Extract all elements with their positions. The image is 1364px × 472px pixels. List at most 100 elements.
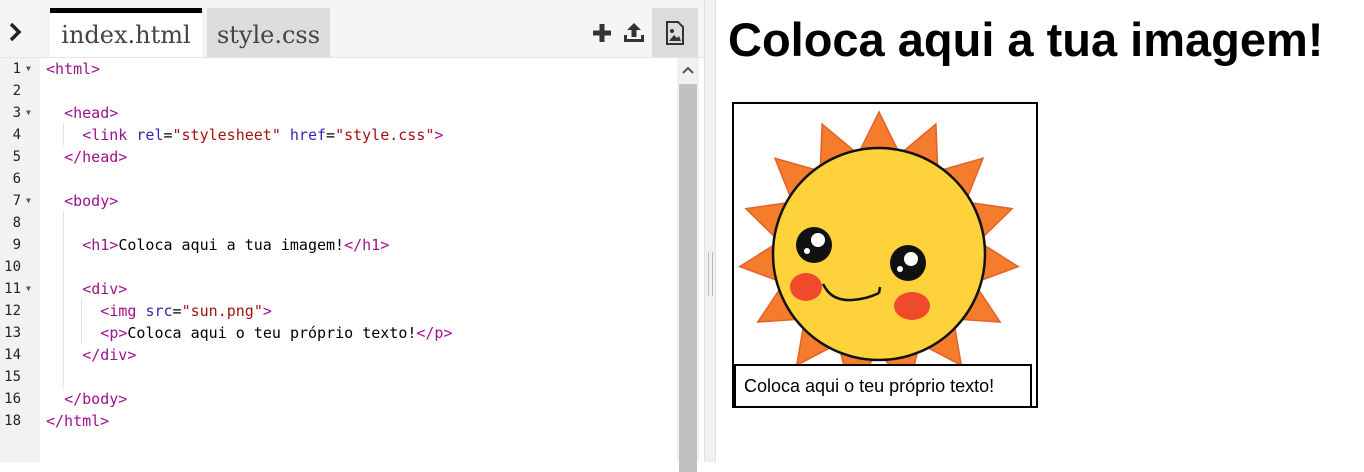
preview-div-box: Coloca aqui o teu próprio texto! — [732, 102, 1038, 408]
indent-guide — [63, 212, 65, 388]
code-token: "style.css" — [335, 126, 435, 144]
fold-arrow-icon[interactable]: ▼ — [26, 102, 31, 124]
preview-heading: Coloca aqui a tua imagem! — [728, 13, 1324, 66]
code-token: src — [145, 302, 173, 320]
code-token: > — [262, 302, 272, 320]
indent-guide — [63, 124, 65, 146]
code-token: <img — [100, 302, 146, 320]
line-number: 4 — [0, 124, 40, 146]
scrollbar-thumb[interactable] — [679, 84, 697, 472]
code-line[interactable]: <h1>Coloca aqui a tua imagem!</h1> — [82, 234, 389, 256]
preview-pane: Coloca aqui a tua imagem! Coloca aqui o … — [716, 0, 1364, 462]
line-number: 2 — [0, 80, 40, 102]
code-line[interactable]: </head> — [64, 146, 127, 168]
code-token: </div> — [82, 346, 137, 364]
line-number: 14 — [0, 344, 40, 366]
line-number-gutter: 1 ▼ 2 3 ▼ 4 5 6 7 ▼ 8 9 10 11 ▼ 12 13 14 15 16 18 — [0, 58, 40, 462]
fold-arrow-icon[interactable]: ▼ — [26, 278, 31, 300]
line-number-label: 5 — [12, 149, 21, 165]
left-cheek — [790, 273, 822, 301]
line-number-label: 6 — [12, 171, 21, 187]
code-token: "stylesheet" — [172, 126, 281, 144]
code-token: </body> — [64, 390, 128, 408]
code-token: </h1> — [344, 236, 390, 254]
line-number: 10 — [0, 256, 40, 278]
fold-arrow-icon[interactable]: ▼ — [26, 190, 31, 212]
code-token: <body> — [64, 192, 119, 210]
code-token: Coloca aqui o teu próprio texto! — [127, 324, 417, 342]
code-line[interactable]: <html> — [46, 58, 100, 80]
line-number-label: 12 — [4, 303, 21, 319]
sun-image — [738, 110, 1020, 364]
upload-button[interactable] — [618, 8, 650, 57]
line-number-label: 2 — [12, 83, 21, 99]
code-token: <link — [82, 126, 137, 144]
code-line[interactable]: </body> — [64, 388, 127, 410]
code-token: </p> — [416, 324, 453, 342]
code-token: </head> — [64, 148, 128, 166]
line-number: 16 — [0, 388, 40, 410]
fold-arrow-icon[interactable]: ▼ — [26, 58, 31, 80]
right-eye-glint — [904, 252, 918, 266]
line-number: 13 — [0, 322, 40, 344]
line-number-label: 14 — [4, 347, 21, 363]
upload-icon — [624, 22, 644, 42]
line-number: 15 — [0, 366, 40, 388]
code-line[interactable]: </div> — [82, 344, 136, 366]
line-number-label: 18 — [4, 413, 21, 429]
code-line[interactable]: <div> — [82, 278, 127, 300]
line-number-label: 16 — [4, 391, 21, 407]
line-number-label: 10 — [4, 259, 21, 275]
image-library-button[interactable] — [652, 8, 698, 57]
code-token: <head> — [64, 104, 119, 122]
image-icon — [666, 20, 684, 45]
code-area[interactable]: <html> <head> <link rel="stylesheet" href=… — [46, 58, 676, 462]
code-line[interactable]: <body> — [64, 190, 118, 212]
code-line[interactable]: <head> — [64, 102, 118, 124]
line-number-label: 11 — [4, 281, 21, 297]
line-number-label: 7 — [12, 193, 21, 209]
code-token: <h1> — [82, 236, 119, 254]
tab-style-css[interactable]: style.css — [207, 8, 330, 57]
code-line[interactable]: <p>Coloca aqui o teu próprio texto!</p> — [100, 322, 452, 344]
plus-icon — [593, 23, 611, 42]
add-file-button[interactable] — [586, 8, 618, 57]
code-line[interactable]: <link rel="stylesheet" href="style.css"> — [82, 124, 443, 146]
line-number: 11 ▼ — [0, 278, 40, 300]
pane-resize-handle[interactable] — [704, 0, 716, 462]
editor-scrollbar[interactable] — [677, 58, 699, 472]
line-number-label: 13 — [4, 325, 21, 341]
line-number-label: 3 — [12, 105, 21, 121]
left-eye-glint-small — [804, 248, 810, 254]
code-token: </html> — [46, 412, 110, 430]
code-editor: index.html style.css 1 ▼ 2 3 ▼ 4 5 6 7 ▼ 8 9 10 11 ▼ 12… — [0, 0, 704, 472]
tab-bar: index.html style.css — [0, 0, 704, 58]
line-number-label: 4 — [12, 127, 21, 143]
code-line[interactable]: </html> — [46, 410, 109, 432]
indent-guide — [81, 300, 83, 344]
right-cheek — [894, 292, 930, 320]
left-eye-glint — [811, 233, 825, 247]
code-line[interactable]: <img src="sun.png"> — [100, 300, 272, 322]
line-number: 6 — [0, 168, 40, 190]
chevron-up-icon — [682, 66, 694, 74]
toggle-sidebar-button[interactable] — [0, 8, 30, 56]
resize-grip — [708, 252, 713, 296]
scroll-up-button[interactable] — [677, 58, 699, 82]
code-token: = — [326, 126, 336, 144]
code-token: <div> — [82, 280, 128, 298]
line-number-label: 9 — [12, 237, 21, 253]
code-token: Coloca aqui a tua imagem! — [118, 236, 345, 254]
right-eye-glint-small — [897, 266, 903, 272]
code-token: = — [163, 126, 173, 144]
line-number: 3 ▼ — [0, 102, 40, 124]
tab-index-html[interactable]: index.html — [50, 8, 202, 57]
line-number: 9 — [0, 234, 40, 256]
chevron-right-icon — [9, 22, 22, 42]
code-token: = — [172, 302, 182, 320]
line-number: 1 ▼ — [0, 58, 40, 80]
line-number-label: 8 — [12, 215, 21, 231]
preview-paragraph: Coloca aqui o teu próprio texto! — [734, 364, 1032, 408]
line-number: 18 — [0, 410, 40, 432]
